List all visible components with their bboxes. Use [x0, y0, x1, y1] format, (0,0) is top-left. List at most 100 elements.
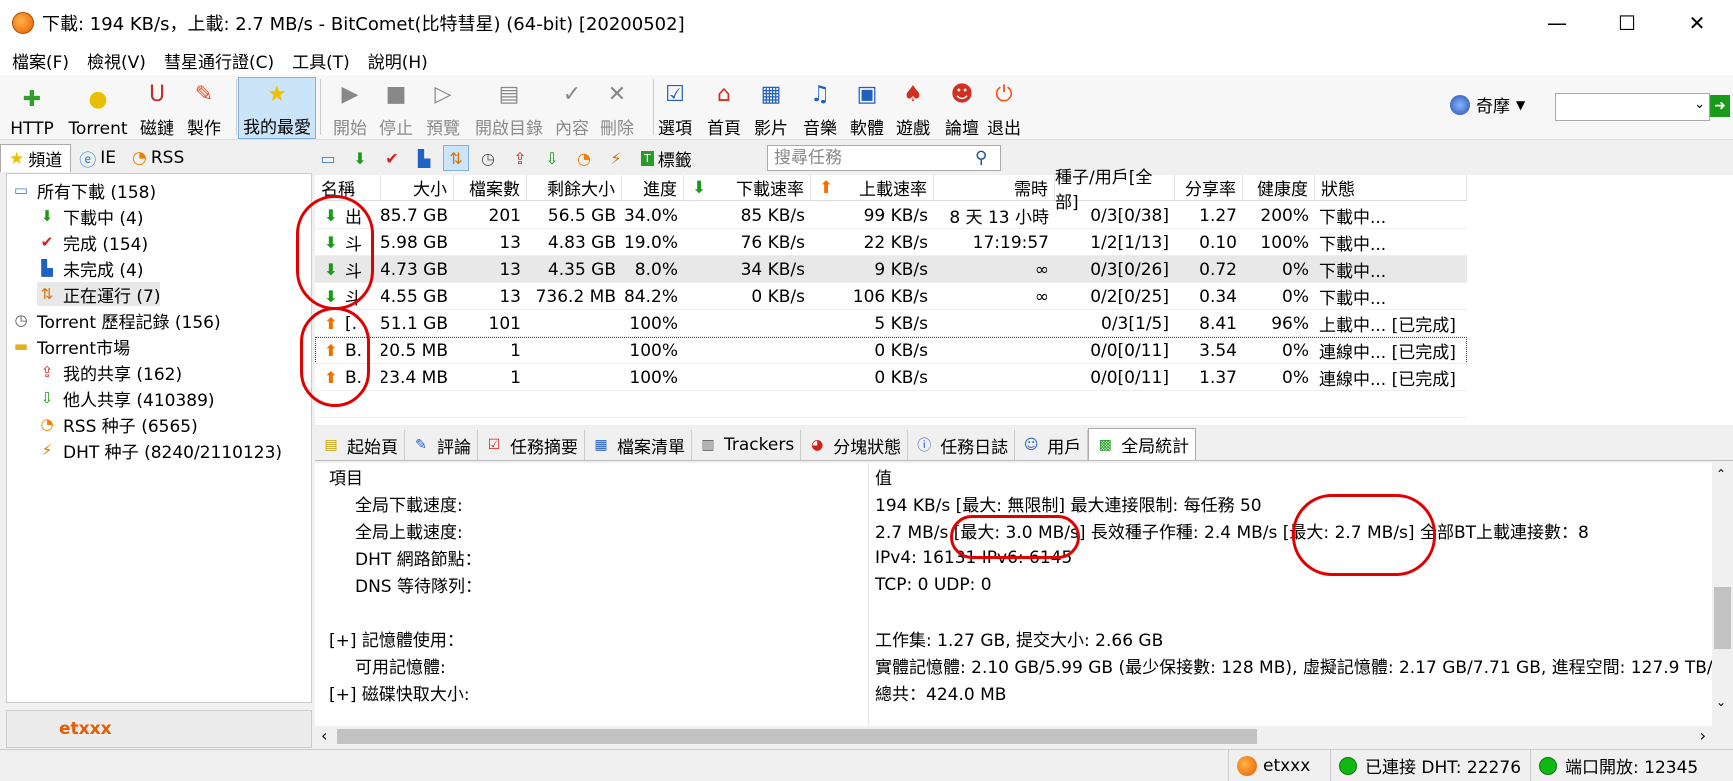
toolbar-button-16[interactable]: ♠ 遊戲 — [892, 77, 934, 140]
tree-item[interactable]: ⬇ 下載中 (4) — [37, 204, 144, 229]
tree-item[interactable]: ⇅ 正在運行 (7) — [37, 282, 161, 307]
tree-item[interactable]: ⚡ DHT 种子 (8240/2110123) — [37, 438, 282, 463]
running-filter-icon[interactable]: ⇅ — [443, 145, 469, 171]
column-header[interactable]: 剩餘大小 — [527, 175, 622, 201]
toolbar-button-15[interactable]: ▣ 軟體 — [845, 77, 889, 140]
column-header[interactable]: 進度 — [622, 175, 684, 201]
others-share-filter-icon[interactable]: ⇩ — [539, 145, 565, 171]
open-folder-icon: ▤ — [498, 81, 520, 107]
my-share-filter-icon[interactable]: ⇪ — [507, 145, 533, 171]
column-header[interactable]: 健康度 — [1243, 175, 1315, 201]
task-search-input[interactable]: 搜尋任務 — [767, 145, 1001, 171]
tree-item[interactable]: ▙ 未完成 (4) — [37, 256, 143, 281]
column-header[interactable]: 種子/用戶[全部] — [1055, 168, 1175, 213]
detail-tab[interactable]: ☑ 任務摘要 — [478, 430, 585, 460]
column-header[interactable]: 大小 — [381, 175, 454, 201]
toolbar-button-8[interactable]: ▤ 開啟目錄 — [471, 77, 547, 140]
toolbar-button-11[interactable]: ☑ 選項 — [652, 77, 698, 140]
dht-filter-icon[interactable]: ⚡ — [603, 145, 629, 171]
toolbar-button-4[interactable]: ★ 我的最愛 — [238, 77, 316, 139]
menu-comet-pass[interactable]: 彗星通行證(C) — [152, 48, 280, 73]
tree-item[interactable]: ✔ 完成 (154) — [37, 230, 148, 255]
toolbar-button-18[interactable]: ⏻ 退出 — [982, 77, 1026, 140]
toolbar-button-5[interactable]: ▶ 開始 — [328, 77, 372, 140]
tree-item[interactable]: ▭ 所有下載 (158) — [11, 178, 156, 203]
task-cell-ratio: 1.27 — [1199, 205, 1237, 226]
tree-item[interactable]: ⇩ 他人共享 (410389) — [37, 386, 215, 411]
task-cell-name: ⬆ B. — [315, 337, 381, 364]
toolbar-button-2[interactable]: U 磁鏈 — [135, 77, 179, 140]
toolbar-button-0[interactable]: ✚ HTTP — [5, 77, 59, 140]
toolbar-button-14[interactable]: ♫ 音樂 — [798, 77, 842, 140]
user-footer[interactable]: etxxx — [6, 710, 312, 748]
title-bar: 下載: 194 KB/s，上載: 2.7 MB/s - BitComet(比特彗… — [0, 0, 1733, 45]
detail-tab[interactable]: ▥ Trackers — [692, 430, 802, 460]
tab-channels[interactable]: ★ 頻道 — [0, 144, 72, 172]
trackers-icon: ▥ — [701, 437, 715, 453]
toolbar-button-12[interactable]: ⌂ 首頁 — [703, 77, 745, 140]
tree-item[interactable]: ◔ RSS 种子 (6565) — [37, 412, 197, 437]
detail-tab[interactable]: ⓘ 任務日誌 — [908, 430, 1016, 460]
history-filter-icon[interactable]: ◷ — [475, 145, 501, 171]
task-row[interactable]: ⬆ B. 20.5 MB 1 100% 0 KB/s 0/0[0/11] 3.54 0% 連線中.… — [315, 337, 1467, 364]
column-header[interactable]: 狀態 — [1315, 175, 1467, 201]
web-search-input[interactable]: ⌄ — [1555, 93, 1710, 121]
detail-tab[interactable]: ☺ 用戶 — [1015, 430, 1089, 460]
task-row[interactable]: ⬇ 斗 4.55 GB 13 736.2 MB 84.2% 0 KB/s 106 KB/s ∞ 0… — [315, 283, 1467, 310]
menu-tools[interactable]: 工具(T) — [280, 48, 356, 73]
tree-item[interactable]: ⇪ 我的共享 (162) — [37, 360, 182, 385]
tree-item[interactable]: ◷ Torrent 歷程記錄 (156) — [11, 308, 220, 333]
toolbar-button-6[interactable]: ■ 停止 — [375, 77, 417, 140]
search-engine-select[interactable]: 奇摩 ▼ — [1450, 92, 1525, 117]
go-arrow-icon[interactable]: ➜ — [1710, 95, 1730, 117]
scrollbar-thumb[interactable] — [337, 729, 1257, 744]
minimize-button[interactable]: — — [1522, 0, 1592, 45]
all-tasks-icon[interactable]: ▭ — [315, 145, 341, 171]
toolbar-button-9[interactable]: ✓ 內容 — [552, 77, 592, 140]
menu-view[interactable]: 檢視(V) — [75, 48, 152, 73]
task-row[interactable]: ⬆ [. 51.1 GB 101 100% 5 KB/s 0/3[1/5] 8.41 96% 上載… — [315, 310, 1467, 337]
task-row[interactable]: ⬇ 斗 4.73 GB 13 4.35 GB 8.0% 34 KB/s 9 KB/s ∞ 0/3[… — [315, 256, 1467, 283]
task-cell-health: 0% — [1282, 259, 1309, 280]
column-header[interactable]: ⬇ 下載速率 — [684, 175, 811, 201]
detail-tab[interactable]: ◕ 分塊狀態 — [801, 430, 909, 460]
tree-item[interactable]: ▬ Torrent市場 — [11, 334, 130, 359]
row-gridline — [315, 228, 1467, 229]
maximize-button[interactable]: ☐ — [1592, 0, 1662, 45]
column-header[interactable]: 名稱 — [315, 175, 381, 201]
menu-help[interactable]: 說明(H) — [356, 48, 434, 73]
tab-ie[interactable]: ⓔ IE — [71, 144, 124, 172]
toolbar-button-17[interactable]: ☻ 論壇 — [940, 77, 984, 140]
rss-filter-icon[interactable]: ◔ — [571, 145, 597, 171]
toolbar-button-3[interactable]: ✎ 製作 — [183, 77, 225, 140]
menu-file[interactable]: 檔案(F) — [0, 48, 75, 73]
scrollbar-thumb[interactable] — [1714, 587, 1731, 649]
column-header[interactable]: 檔案數 — [454, 175, 527, 201]
toolbar-button-1[interactable]: ● Torrent — [62, 77, 134, 140]
column-header[interactable]: ⬆ 上載速率 — [811, 175, 934, 201]
incomplete-filter-icon[interactable]: ▙ — [411, 145, 437, 171]
toolbar-button-13[interactable]: ▦ 影片 — [750, 77, 792, 140]
tab-rss[interactable]: ◔ RSS — [124, 144, 192, 172]
detail-tab[interactable]: ▦ 檔案清單 — [585, 430, 692, 460]
task-row[interactable]: ⬇ 出 85.7 GB 201 56.5 GB 34.0% 85 KB/s 99 KB/s 8 … — [315, 202, 1467, 229]
toolbar-button-7[interactable]: ▷ 預覽 — [421, 77, 465, 140]
downloading-filter-icon[interactable]: ⬇ — [347, 145, 373, 171]
detail-tab[interactable]: ▩ 全局統計 — [1088, 428, 1197, 460]
status-user[interactable]: etxxx — [1228, 750, 1330, 781]
stats-horizontal-scrollbar[interactable]: ‹ › — [315, 726, 1712, 747]
completed-filter-icon[interactable]: ✔ — [379, 145, 405, 171]
column-header[interactable]: 需時 — [934, 175, 1055, 201]
detail-tab[interactable]: ▤ 起始頁 — [315, 430, 405, 460]
close-button[interactable]: ✕ — [1662, 0, 1732, 45]
tag-button[interactable]: T 標籤 — [641, 146, 692, 171]
toolbar-button-10[interactable]: ✕ 刪除 — [597, 77, 637, 140]
chevron-down-icon[interactable]: ⌄ — [1694, 97, 1705, 112]
task-row[interactable]: ⬇ 斗 5.98 GB 13 4.83 GB 19.0% 76 KB/s 22 KB/s 17:… — [315, 229, 1467, 256]
column-header[interactable]: 分享率 — [1175, 175, 1243, 201]
detail-tab[interactable]: ✎ 評論 — [405, 430, 478, 460]
stats-vertical-scrollbar[interactable]: ⌃ ⌄ — [1712, 463, 1733, 726]
search-icon[interactable]: ⚲ — [975, 148, 987, 168]
preview-icon: ▷ — [434, 81, 452, 107]
task-row[interactable]: ⬆ B. 23.4 MB 1 100% 0 KB/s 0/0[0/11] 1.37 0% 連線中.… — [315, 364, 1467, 391]
